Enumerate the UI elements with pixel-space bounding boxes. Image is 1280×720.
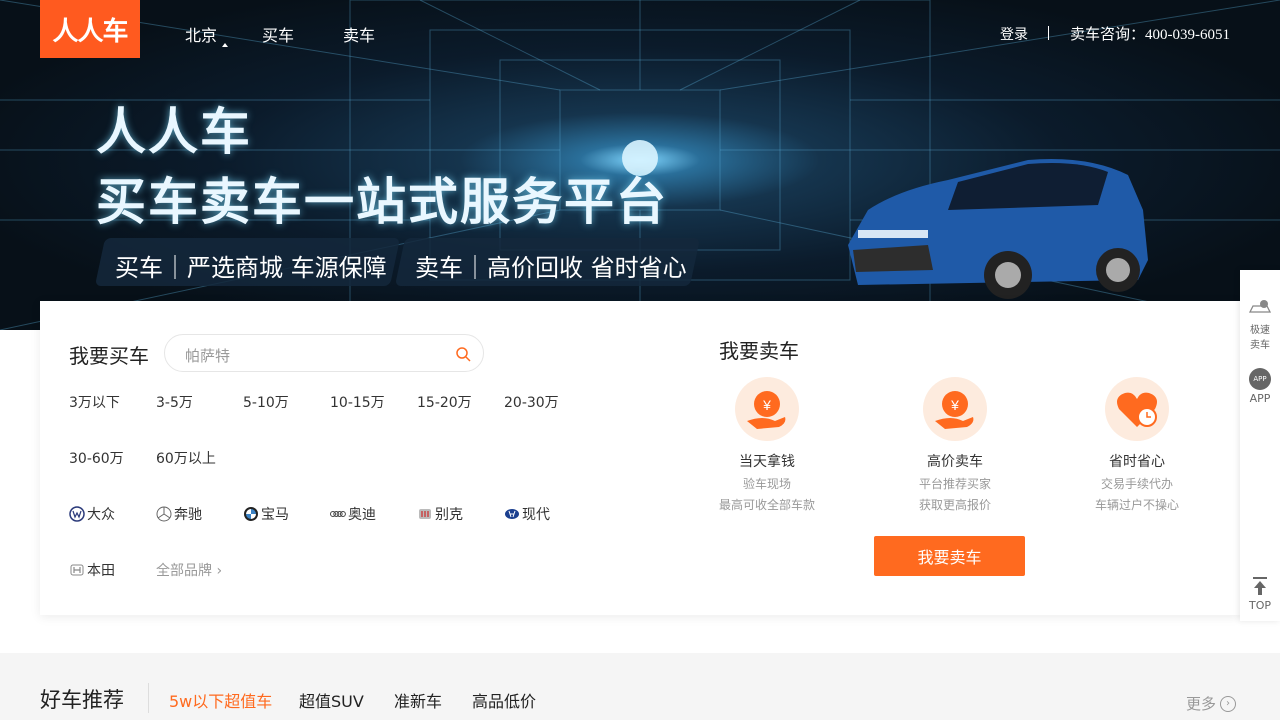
- mercedes-icon: [156, 506, 172, 522]
- tab-budget-cars[interactable]: 5w以下超值车: [169, 688, 272, 712]
- hero-tag-sell: 卖车｜高价回收 省时省心: [415, 254, 687, 282]
- quick-sell-label-1: 极速: [1250, 325, 1270, 336]
- more-link[interactable]: 更多 ›: [1186, 693, 1237, 714]
- hyundai-icon: [505, 509, 519, 519]
- feature-sub: 获取更高报价: [918, 498, 991, 512]
- sell-car-button[interactable]: 我要卖车: [874, 536, 1025, 576]
- feature-title: 高价卖车: [927, 454, 983, 470]
- login-link[interactable]: 登录: [1000, 24, 1028, 44]
- nav-buy[interactable]: 买车: [262, 22, 294, 46]
- money-hand-icon: ¥: [923, 377, 987, 441]
- search-input[interactable]: 帕萨特: [164, 334, 484, 372]
- tab-nearly-new[interactable]: 准新车: [394, 688, 442, 712]
- all-brands-link[interactable]: 全部品牌 ›: [156, 560, 222, 580]
- bmw-icon: [244, 507, 258, 521]
- feature-sub: 验车现场: [742, 477, 791, 491]
- feature-sub: 平台推荐买家: [918, 477, 991, 491]
- hero-title: 人人车: [96, 103, 252, 161]
- logo[interactable]: 人人车: [40, 0, 140, 58]
- price-filter[interactable]: 5-10万: [243, 392, 289, 412]
- brand-label: 现代: [522, 507, 550, 523]
- section-title: 好车推荐: [40, 688, 124, 712]
- divider: [1048, 26, 1049, 40]
- nav-sell[interactable]: 卖车: [343, 22, 375, 46]
- brand-label: 奔驰: [174, 507, 202, 523]
- heart-clock-icon: [1105, 377, 1169, 441]
- brand-label: 奥迪: [348, 507, 376, 523]
- sell-title: 我要卖车: [719, 339, 799, 363]
- city-selector[interactable]: 北京: [185, 22, 217, 46]
- quick-sell-label-2: 卖车: [1250, 340, 1270, 351]
- svg-text:¥: ¥: [950, 397, 959, 413]
- more-label: 更多: [1186, 695, 1217, 713]
- brand-label: 大众: [87, 507, 115, 523]
- tab-quality-low-price[interactable]: 高品低价: [472, 688, 536, 712]
- search-placeholder: 帕萨特: [185, 347, 231, 365]
- sell-feature: ¥ 高价卖车 平台推荐买家 获取更高报价: [875, 377, 1035, 513]
- chevron-right-icon: ›: [1220, 695, 1237, 712]
- brand-item[interactable]: 大众: [69, 504, 115, 524]
- feature-title: 省时省心: [1109, 454, 1165, 470]
- svg-text:¥: ¥: [762, 397, 771, 413]
- feature-sub: 交易手续代办: [1100, 477, 1173, 491]
- volkswagen-icon: [69, 506, 85, 522]
- price-filter[interactable]: 10-15万: [330, 392, 385, 412]
- feature-title: 当天拿钱: [739, 454, 795, 470]
- caret-icon: [222, 43, 228, 47]
- recommend-section: 好车推荐 5w以下超值车 超值SUV 准新车 高品低价 更多 ›: [0, 653, 1280, 720]
- car-image: [848, 159, 1148, 299]
- feature-sub: 最高可收全部车款: [718, 498, 815, 512]
- quick-sell-icon: [1248, 300, 1272, 313]
- floating-sidebar: 极速 卖车 APP APP TOP: [1240, 270, 1280, 621]
- sell-feature: 省时省心 交易手续代办 车辆过户不操心: [1057, 377, 1217, 513]
- feature-sub: 车辆过户不操心: [1094, 498, 1179, 512]
- brand-item[interactable]: 现代: [504, 504, 550, 524]
- honda-icon: [70, 564, 84, 576]
- search-icon[interactable]: [455, 346, 471, 362]
- brand-label: 本田: [87, 563, 115, 579]
- hero-subtitle: 买车卖车一站式服务平台: [96, 173, 668, 231]
- app-item[interactable]: APP APP: [1240, 368, 1280, 405]
- arrow-up-icon: [1253, 577, 1267, 595]
- tab-suv[interactable]: 超值SUV: [299, 688, 364, 712]
- buy-title: 我要买车: [69, 344, 149, 368]
- main-card: 我要买车 帕萨特 3万以下 3-5万 5-10万 10-15万 15-20万 2…: [40, 301, 1240, 615]
- hero-tag-buy: 买车｜严选商城 车源保障: [115, 254, 387, 282]
- brand-label: 别克: [435, 507, 463, 523]
- all-brands-label: 全部品牌: [156, 563, 212, 579]
- brand-item[interactable]: 奥迪: [330, 504, 376, 524]
- divider: [148, 683, 149, 713]
- brand-label: 宝马: [261, 507, 289, 523]
- price-filter[interactable]: 20-30万: [504, 392, 559, 412]
- audi-icon: [330, 511, 346, 517]
- top-label: TOP: [1248, 599, 1271, 612]
- brand-item[interactable]: 奔驰: [156, 504, 202, 524]
- hero-banner[interactable]: 人人车 北京 买车 卖车 登录 卖车咨询：400-039-6051 人人车 买车…: [0, 0, 1280, 330]
- quick-sell-item[interactable]: 极速 卖车: [1240, 298, 1280, 351]
- brand-item[interactable]: 本田: [69, 560, 115, 580]
- chevron-right-icon: ›: [216, 563, 223, 579]
- back-to-top-button[interactable]: TOP: [1240, 576, 1280, 612]
- buick-icon: [419, 509, 431, 519]
- app-icon: APP: [1249, 368, 1271, 390]
- sell-feature: ¥ 当天拿钱 验车现场 最高可收全部车款: [687, 377, 847, 513]
- hotline: 卖车咨询：400-039-6051: [1070, 27, 1230, 43]
- price-filter[interactable]: 3-5万: [156, 392, 193, 412]
- app-label: APP: [1249, 392, 1271, 405]
- money-hand-icon: ¥: [735, 377, 799, 441]
- price-filter[interactable]: 60万以上: [156, 448, 216, 468]
- price-filter[interactable]: 3万以下: [69, 392, 120, 412]
- price-filter[interactable]: 30-60万: [69, 448, 124, 468]
- brand-item[interactable]: 别克: [417, 504, 463, 524]
- price-filter[interactable]: 15-20万: [417, 392, 472, 412]
- brand-item[interactable]: 宝马: [243, 504, 289, 524]
